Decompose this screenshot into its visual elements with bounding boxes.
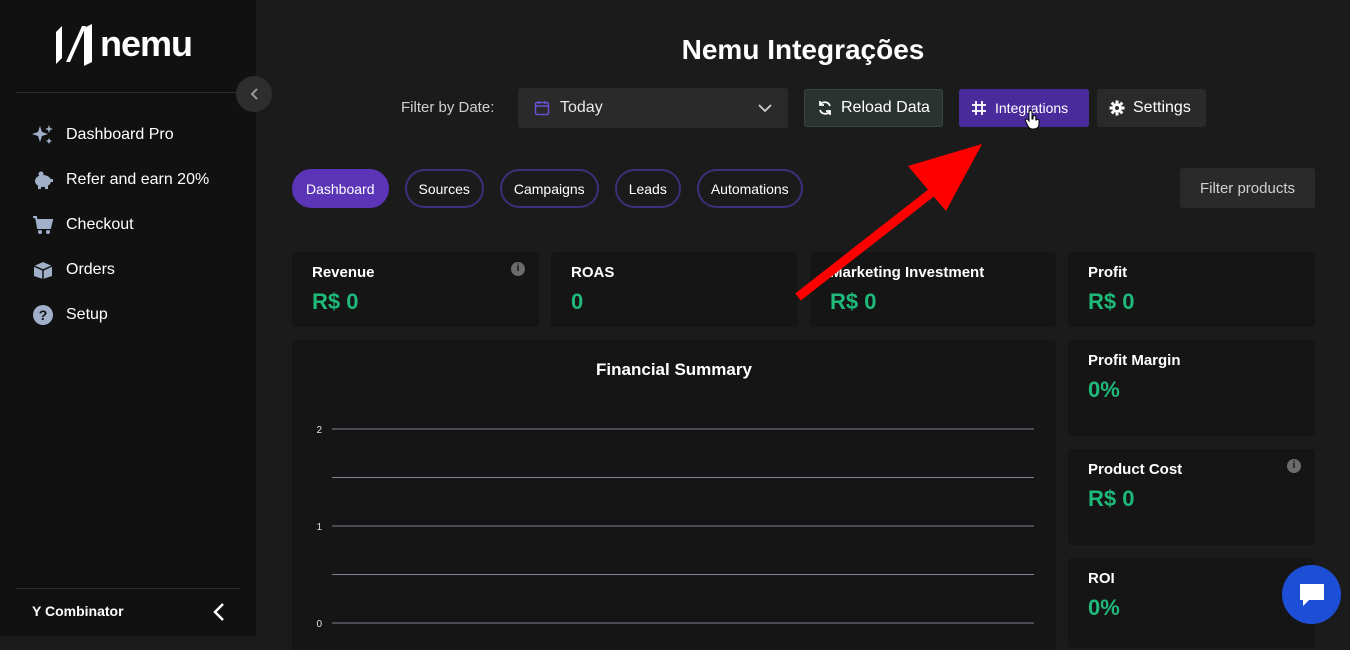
roas-card: ROAS 0 xyxy=(551,252,798,327)
tab-dashboard[interactable]: Dashboard xyxy=(292,169,389,208)
sidebar-item-label: Orders xyxy=(66,260,115,278)
sidebar-item-label: Refer and earn 20% xyxy=(66,170,210,188)
brand-name: nemu xyxy=(100,23,193,64)
refresh-icon xyxy=(819,101,831,115)
sidebar-item-label: Setup xyxy=(66,305,108,323)
metric-label: Revenue xyxy=(312,264,375,281)
sidebar-collapse-button[interactable] xyxy=(236,76,272,112)
metric-value: R$ 0 xyxy=(1088,486,1135,511)
date-filter-value: Today xyxy=(560,99,603,116)
chevron-down-icon xyxy=(758,104,772,113)
reload-data-button[interactable]: Reload Data xyxy=(804,89,943,127)
date-filter-select[interactable]: Today xyxy=(518,88,788,128)
info-icon[interactable]: i xyxy=(511,262,525,276)
marketing-investment-card: Marketing Investment R$ 0 xyxy=(810,252,1056,327)
metric-label: Profit xyxy=(1088,264,1128,281)
metric-value: 0 xyxy=(571,289,584,314)
integrations-icon xyxy=(972,101,986,115)
tab-campaigns[interactable]: Campaigns xyxy=(499,169,599,208)
sparkles-icon xyxy=(32,124,54,146)
metric-value: R$ 0 xyxy=(830,289,877,314)
sidebar-item-label: Checkout xyxy=(66,215,134,233)
tab-leads[interactable]: Leads xyxy=(614,169,681,208)
organization-name[interactable]: Y Combinator xyxy=(32,603,124,619)
sidebar-item-label: Dashboard Pro xyxy=(66,125,174,143)
y-tick-label: 1 xyxy=(316,522,322,533)
chevron-left-icon xyxy=(250,88,258,100)
chart-plot: 0 1 2 xyxy=(316,425,1034,630)
profit-margin-card: Profit Margin 0% xyxy=(1068,340,1315,436)
box-icon xyxy=(32,259,54,281)
chevron-left-icon[interactable] xyxy=(212,602,226,627)
nemu-logo[interactable]: nemu xyxy=(54,22,193,66)
tab-automations[interactable]: Automations xyxy=(696,169,803,208)
roi-card: ROI 0% xyxy=(1068,558,1315,648)
sidebar: nemu Dashboard Pro Refer and earn 20% Ch… xyxy=(0,0,256,636)
metric-label: Marketing Investment xyxy=(830,264,985,281)
product-cost-card: Product Cost R$ 0 i xyxy=(1068,449,1315,545)
settings-button[interactable]: Settings xyxy=(1097,89,1206,127)
question-icon: ? xyxy=(32,304,54,326)
y-tick-label: 0 xyxy=(316,619,322,630)
sidebar-divider xyxy=(16,588,240,589)
sidebar-item-dashboard-pro[interactable]: Dashboard Pro xyxy=(32,112,209,157)
metric-value: 0% xyxy=(1088,377,1120,402)
sidebar-item-checkout[interactable]: Checkout xyxy=(32,202,209,247)
revenue-card: Revenue R$ 0 i xyxy=(292,252,539,327)
reload-data-label: Reload Data xyxy=(841,99,930,116)
financial-summary-chart: Financial Summary 012 xyxy=(292,340,1056,650)
settings-label: Settings xyxy=(1133,99,1191,116)
metric-value: R$ 0 xyxy=(1088,289,1135,314)
svg-text:?: ? xyxy=(39,307,48,323)
sidebar-item-refer[interactable]: Refer and earn 20% xyxy=(32,157,209,202)
dashboard-tabs: Dashboard Sources Campaigns Leads Automa… xyxy=(292,169,803,208)
metric-value: 0% xyxy=(1088,595,1120,620)
metric-value: R$ 0 xyxy=(312,289,359,314)
metric-label: Profit Margin xyxy=(1088,352,1181,369)
y-tick-label: 2 xyxy=(316,425,322,436)
piggy-bank-icon xyxy=(32,169,54,191)
sidebar-nav: Dashboard Pro Refer and earn 20% Checkou… xyxy=(32,112,209,337)
sidebar-item-setup[interactable]: ? Setup xyxy=(32,292,209,337)
filter-products-button[interactable]: Filter products xyxy=(1180,168,1315,208)
calendar-icon xyxy=(534,101,550,116)
page-title: Nemu Integrações xyxy=(681,34,925,65)
main-content: Nemu Integrações Filter by Date: Today R… xyxy=(256,0,1350,650)
chat-button[interactable] xyxy=(1282,565,1341,624)
info-icon[interactable]: i xyxy=(1287,459,1301,473)
sidebar-item-orders[interactable]: Orders xyxy=(32,247,209,292)
hand-cursor-icon xyxy=(1024,110,1040,130)
chat-icon xyxy=(1299,583,1324,606)
sidebar-divider xyxy=(16,92,240,93)
cart-icon xyxy=(32,214,54,236)
tab-sources[interactable]: Sources xyxy=(404,169,484,208)
gear-icon xyxy=(1109,100,1125,116)
metric-label: ROI xyxy=(1088,570,1115,587)
profit-card: Profit R$ 0 xyxy=(1068,252,1315,327)
filter-by-date-label: Filter by Date: xyxy=(401,99,495,116)
metric-label: Product Cost xyxy=(1088,461,1183,478)
nemu-logo-icon xyxy=(56,24,92,66)
metric-label: ROAS xyxy=(571,264,615,281)
